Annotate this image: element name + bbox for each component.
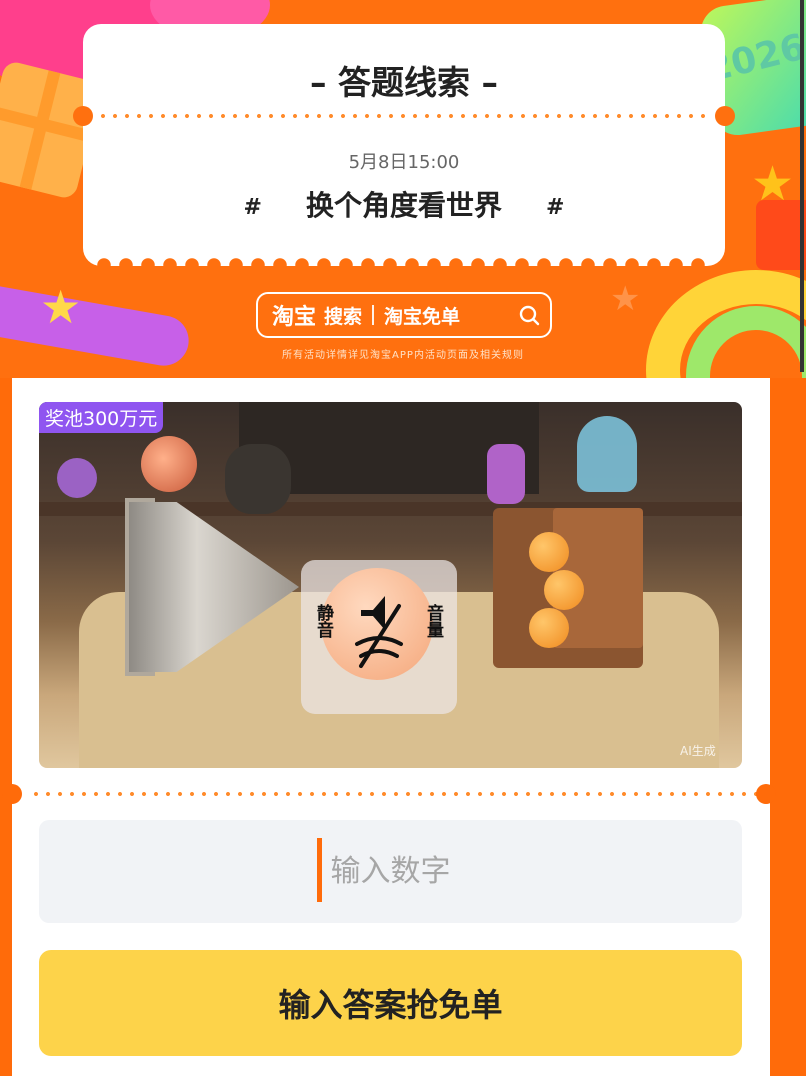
ai-generated-mark: AI生成 — [680, 744, 716, 758]
prize-pool-tag: 奖池300万元 — [39, 402, 164, 433]
text-caret — [317, 838, 322, 902]
flask-image — [141, 436, 197, 492]
card-notch — [756, 784, 776, 804]
mute-toggle[interactable]: 静音 音量 — [301, 560, 457, 714]
clue-ticket: – 答题线索 – 5月8日15:00 # 换个角度看世界 # — [73, 24, 735, 272]
flask-image — [487, 444, 525, 504]
separator — [372, 305, 375, 325]
submit-answer-button[interactable]: 输入答案抢免单 — [39, 950, 742, 1056]
clue-topic-row: # 换个角度看世界 # — [83, 184, 725, 224]
clue-banner: 2026 ★ ★ ★ – 答题线索 – 5月8日15:00 # 换个角度看世界 # … — [0, 0, 806, 378]
taobao-search-pill[interactable]: 淘宝 搜索 淘宝免单 — [256, 292, 552, 338]
disclaimer-text: 所有活动详情详见淘宝APP内活动页面及相关规则 — [282, 350, 524, 361]
hash-symbol: # — [546, 194, 565, 220]
star-icon: ★ — [40, 280, 82, 334]
answer-input[interactable] — [39, 819, 742, 924]
flask-image — [57, 458, 97, 498]
card-border — [770, 378, 806, 1076]
dotted-divider — [30, 792, 770, 796]
scrollbar[interactable] — [800, 0, 804, 372]
ball-image — [529, 532, 569, 572]
search-query: 淘宝免单 — [384, 305, 461, 328]
scallop-edge — [97, 258, 711, 272]
speaker-muted-icon — [355, 596, 403, 668]
flask-image — [577, 416, 637, 492]
card-notch — [2, 784, 22, 804]
ball-image — [529, 608, 569, 648]
ball-image — [544, 570, 584, 610]
taobao-logo: 淘宝 — [272, 305, 317, 330]
pot-image — [225, 444, 291, 514]
search-icon — [519, 305, 540, 326]
hash-symbol: # — [243, 194, 262, 220]
clue-date: 5月8日15:00 — [348, 152, 460, 173]
dotted-divider — [97, 114, 711, 118]
clue-topic: 换个角度看世界 — [305, 189, 502, 222]
ticket-notch — [715, 106, 735, 126]
star-icon: ★ — [610, 279, 641, 319]
mute-label: 静音 — [313, 604, 333, 638]
volume-label: 音量 — [423, 604, 443, 638]
ticket-notch — [73, 106, 93, 126]
answer-input-container[interactable] — [39, 819, 742, 924]
gift-box-icon — [756, 200, 806, 270]
search-label: 搜索 — [324, 305, 363, 328]
clue-title: – 答题线索 – — [310, 63, 498, 102]
